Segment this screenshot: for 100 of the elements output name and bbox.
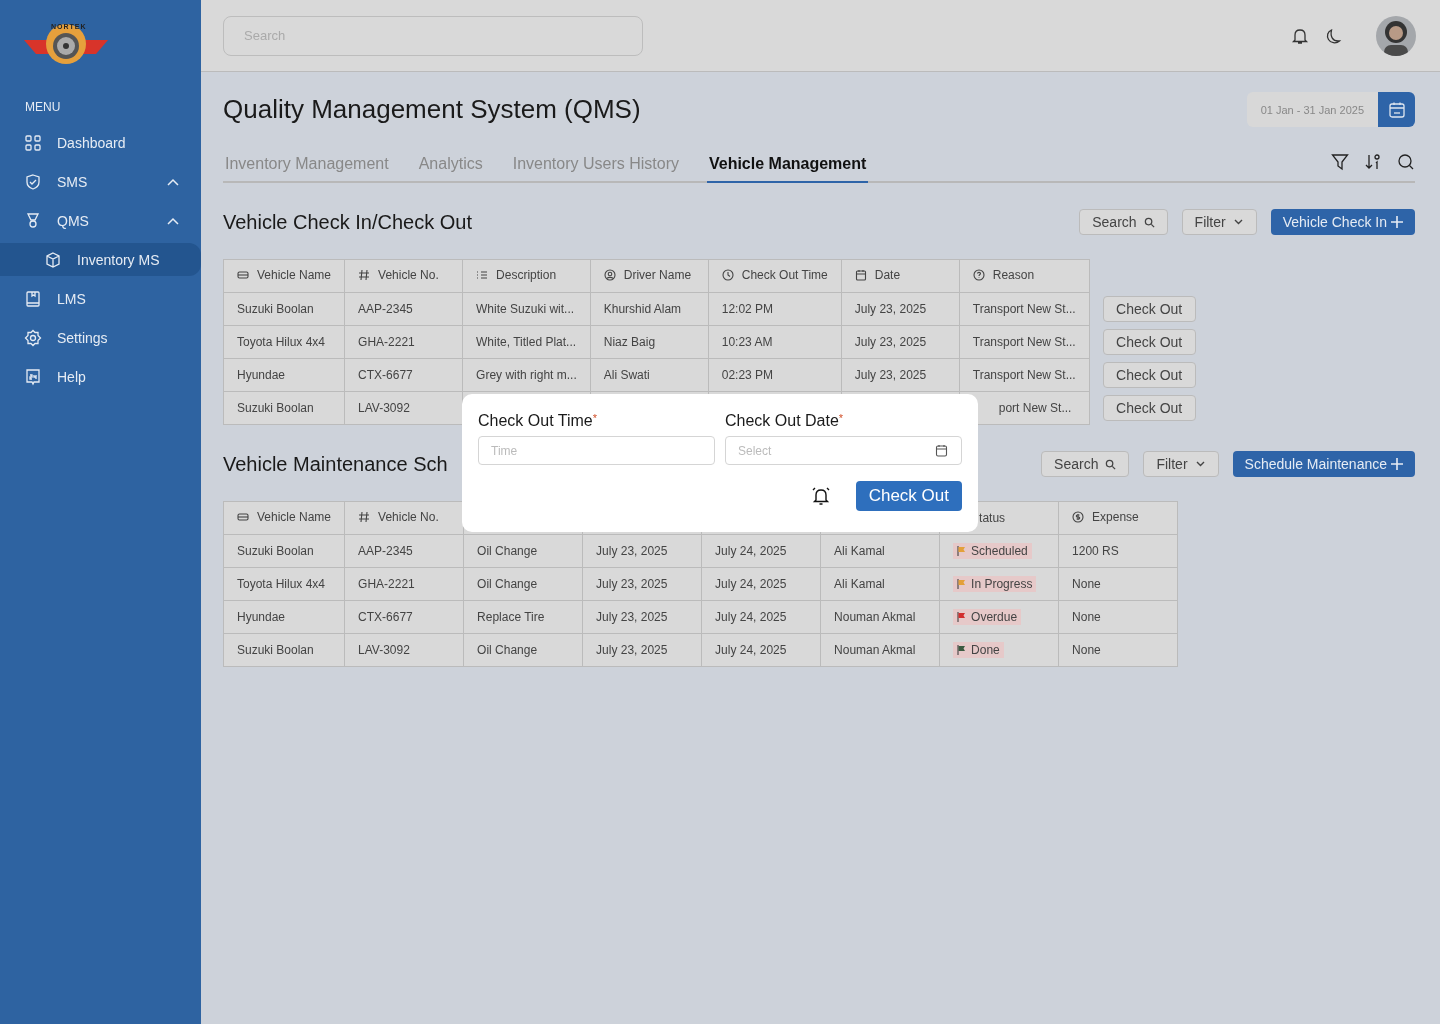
bus-icon <box>237 511 249 523</box>
help-icon <box>24 367 42 386</box>
tab[interactable]: Vehicle Management <box>706 153 869 183</box>
table-cell: Transport New St... <box>972 368 1076 382</box>
field-label: Check Out Time <box>478 412 593 429</box>
calendar-button[interactable] <box>1378 92 1415 127</box>
table-cell: Replace Tire <box>477 610 545 624</box>
calendar-icon <box>935 444 948 457</box>
status-label: Done <box>971 643 1000 657</box>
search-icon[interactable] <box>1397 153 1415 171</box>
settings-icon <box>24 328 42 347</box>
sidebar-item[interactable]: Dashboard <box>0 126 201 159</box>
table-cell: July 24, 2025 <box>715 610 787 624</box>
plus-icon <box>1391 216 1403 228</box>
calendar-icon <box>854 269 867 281</box>
status-label: Overdue <box>971 610 1018 624</box>
sidebar-item[interactable]: QMS <box>0 204 201 237</box>
table-cell: Suzuki Boolan <box>237 302 314 316</box>
chevron-down-icon <box>1232 218 1244 226</box>
filter-icon[interactable] <box>1331 153 1349 171</box>
table-cell: 10:23 AM <box>721 335 773 349</box>
date-field[interactable]: Select <box>725 436 962 465</box>
required-mark: * <box>592 412 597 424</box>
time-field[interactable]: Time <box>478 436 715 465</box>
section-title: Vehicle Maintenance Sch <box>223 452 448 476</box>
check-out-button[interactable]: Check Out <box>855 481 962 511</box>
table-cell: Niaz Baig <box>603 335 656 349</box>
chevron-up-icon[interactable] <box>167 216 179 225</box>
table-cell: White, Titled Plat... <box>476 335 577 349</box>
check-out-button[interactable]: Check Out <box>1102 296 1196 322</box>
table-cell: July 23, 2025 <box>596 577 668 591</box>
add-button[interactable]: Vehicle Check In <box>1270 209 1415 235</box>
hash-icon <box>358 269 371 281</box>
sidebar-item[interactable]: SMS <box>0 165 201 198</box>
calendar-icon <box>1387 100 1406 119</box>
table-cell: None <box>1072 577 1101 591</box>
sidebar-item[interactable]: LMS <box>0 282 201 315</box>
table-cell: GHA-2221 <box>358 335 415 349</box>
column-header: Reason <box>992 268 1035 282</box>
cube-icon <box>44 250 62 269</box>
sidebar-item[interactable]: Settings <box>0 321 201 354</box>
sidebar-item[interactable]: Help <box>0 360 201 393</box>
table-cell: Suzuki Boolan <box>237 643 314 657</box>
menu-heading: MENU <box>25 100 62 114</box>
table-cell: July 24, 2025 <box>715 643 787 657</box>
column-header: tatus <box>979 511 1006 525</box>
table-cell: Suzuki Boolan <box>237 544 314 558</box>
flag-icon <box>957 645 967 655</box>
status-label: In Progress <box>971 577 1033 591</box>
hash-icon <box>358 511 371 523</box>
table-cell: AAP-2345 <box>358 544 413 558</box>
table-cell: None <box>1072 610 1101 624</box>
search-icon <box>1105 458 1117 470</box>
sidebar-item[interactable]: Inventory MS <box>0 243 201 276</box>
chevron-up-icon[interactable] <box>167 177 179 186</box>
table-cell: Toyota Hilux 4x4 <box>237 577 326 591</box>
add-button[interactable]: Schedule Maintenance <box>1232 451 1415 477</box>
check-out-button[interactable]: Check Out <box>1102 362 1196 388</box>
table-cell: port New St... <box>998 401 1072 415</box>
table-cell: Transport New St... <box>972 335 1076 349</box>
table-cell: LAV-3092 <box>358 401 410 415</box>
search-button[interactable]: Search <box>1041 451 1130 477</box>
table-cell: July 23, 2025 <box>854 368 927 382</box>
table-cell: None <box>1072 643 1101 657</box>
filter-dropdown[interactable]: Filter <box>1181 209 1257 235</box>
search-icon <box>1143 216 1155 228</box>
table-cell: Ali Kamal <box>834 544 885 558</box>
column-header: Description <box>496 268 557 282</box>
column-header: Check Out Time <box>741 268 828 282</box>
table-cell: Grey with right m... <box>476 368 577 382</box>
column-header: Driver Name <box>623 268 692 282</box>
page-title: Quality Management System (QMS) <box>223 94 641 125</box>
sort-icon[interactable] <box>1364 153 1382 171</box>
check-out-button[interactable]: Check Out <box>1102 395 1196 421</box>
table-cell: July 23, 2025 <box>596 643 668 657</box>
table-cell: July 24, 2025 <box>715 577 787 591</box>
table-cell: AAP-2345 <box>358 302 413 316</box>
search-button[interactable]: Search <box>1079 209 1168 235</box>
table-cell: July 23, 2025 <box>854 302 927 316</box>
section-title: Vehicle Check In/Check Out <box>223 210 472 234</box>
book-icon <box>24 289 42 308</box>
flag-icon <box>957 546 967 556</box>
table-cell: Toyota Hilux 4x4 <box>237 335 326 349</box>
table-cell: CTX-6677 <box>358 610 413 624</box>
column-header: Vehicle No. <box>378 510 439 524</box>
table-cell: 1200 RS <box>1072 544 1119 558</box>
table-cell: Hyundae <box>237 368 286 382</box>
column-header: Vehicle No. <box>378 268 439 282</box>
table-cell: Nouman Akmal <box>834 610 916 624</box>
user-icon <box>603 269 616 281</box>
required-mark: * <box>838 412 844 424</box>
check-out-button[interactable]: Check Out <box>1102 329 1196 355</box>
table-cell: White Suzuki wit... <box>476 302 575 316</box>
filter-dropdown[interactable]: Filter <box>1143 451 1219 477</box>
question-icon <box>972 269 985 281</box>
table-cell: CTX-6677 <box>358 368 413 382</box>
trophy-icon <box>24 211 42 230</box>
table-cell: Oil Change <box>477 643 538 657</box>
table-cell: 02:23 PM <box>721 368 774 382</box>
table-cell: Oil Change <box>477 544 538 558</box>
